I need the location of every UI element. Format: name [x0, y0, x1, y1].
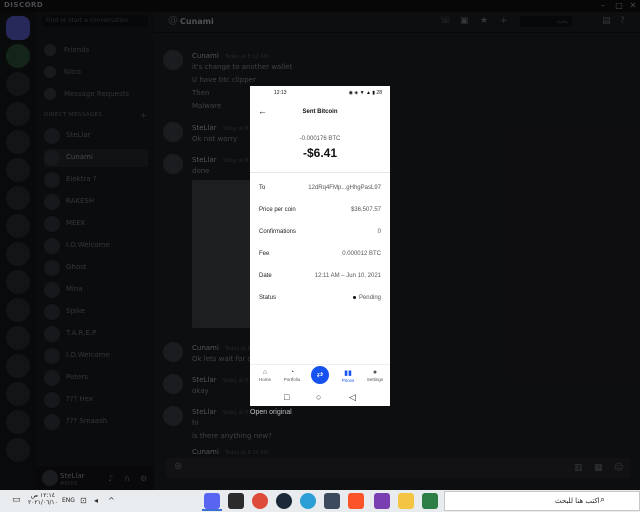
- nav-prices: ▮▮ Prices: [336, 369, 360, 383]
- home-icon: ⌂: [262, 369, 268, 376]
- app-taskbar-icon[interactable]: [324, 493, 340, 509]
- detail-row-status: Status Pending: [259, 295, 381, 301]
- nav-home: ⌂ Home: [253, 369, 277, 382]
- btc-amount: -0.000176 BTC: [299, 136, 341, 142]
- transaction-title: Sent Bitcoin: [302, 109, 338, 115]
- steam-taskbar-icon[interactable]: [276, 493, 292, 509]
- nav-portfolio: ◔ Portfolio: [280, 369, 304, 382]
- screenshot-preview: 12:13 ◉ ◈ ▼ ▲ ▮ 28 ← Sent Bitcoin -0.000…: [250, 86, 390, 406]
- network-icon[interactable]: ⊡: [80, 496, 87, 505]
- detail-row-fee: Fee 0.000012 BTC: [259, 251, 381, 257]
- divider: [250, 172, 390, 173]
- volume-icon[interactable]: ◂: [94, 496, 98, 505]
- detail-row-price: Price per coin $36,507.57: [259, 207, 381, 213]
- detail-row-to: To 12dRq4FMp...gHhgPasL97: [259, 185, 381, 191]
- tray-chevron-icon[interactable]: ^: [108, 496, 115, 505]
- recents-icon: □: [284, 392, 290, 402]
- file-explorer-taskbar-icon[interactable]: [398, 493, 414, 509]
- phone-bottom-nav: ⌂ Home ◔ Portfolio ⇄ ▮▮ Prices ● Settings: [250, 364, 390, 391]
- taskbar-search-placeholder: اكتب هنا للبحث: [555, 497, 600, 505]
- phone-status-bar: 12:13 ◉ ◈ ▼ ▲ ▮ 28: [250, 86, 390, 100]
- discord-taskbar-icon[interactable]: [204, 493, 220, 509]
- chrome-taskbar-icon[interactable]: [252, 493, 268, 509]
- usd-amount: -$6.41: [302, 146, 338, 160]
- app-taskbar-icon[interactable]: [300, 493, 316, 509]
- active-app-indicator: [202, 509, 222, 511]
- back-triangle-icon: ◁: [349, 392, 356, 402]
- taskbar-clock[interactable]: ١٢:١٤ ص ٢٠٢١/٠٦/١٠: [28, 492, 58, 506]
- settings-icon: ●: [372, 369, 378, 376]
- detail-row-confirmations: Confirmations 0: [259, 229, 381, 235]
- app-taskbar-icon[interactable]: [422, 493, 438, 509]
- detail-row-date: Date 12:11 AM – Jun 10, 2021: [259, 273, 381, 279]
- app-taskbar-icon[interactable]: [374, 493, 390, 509]
- phone-time: 12:13: [274, 90, 287, 96]
- portfolio-icon: ◔: [289, 369, 295, 376]
- android-nav-bar: □ ○ ◁: [250, 390, 390, 406]
- notification-icon[interactable]: ▭: [12, 495, 21, 505]
- pending-dot-icon: [352, 295, 356, 299]
- language-indicator[interactable]: ENG: [62, 497, 75, 504]
- app-taskbar-icon[interactable]: [228, 493, 244, 509]
- home-circle-icon: ○: [316, 392, 322, 402]
- search-icon: ⌕: [600, 495, 606, 505]
- open-original-link[interactable]: Open original: [250, 409, 292, 416]
- trade-icon: ⇄: [311, 366, 329, 384]
- brave-taskbar-icon[interactable]: [348, 493, 364, 509]
- prices-icon: ▮▮: [344, 370, 352, 377]
- taskbar-search-input[interactable]: [444, 491, 640, 511]
- phone-status-icons: ◉ ◈ ▼ ▲ ▮ 28: [348, 90, 382, 96]
- nav-settings: ● Settings: [363, 369, 387, 382]
